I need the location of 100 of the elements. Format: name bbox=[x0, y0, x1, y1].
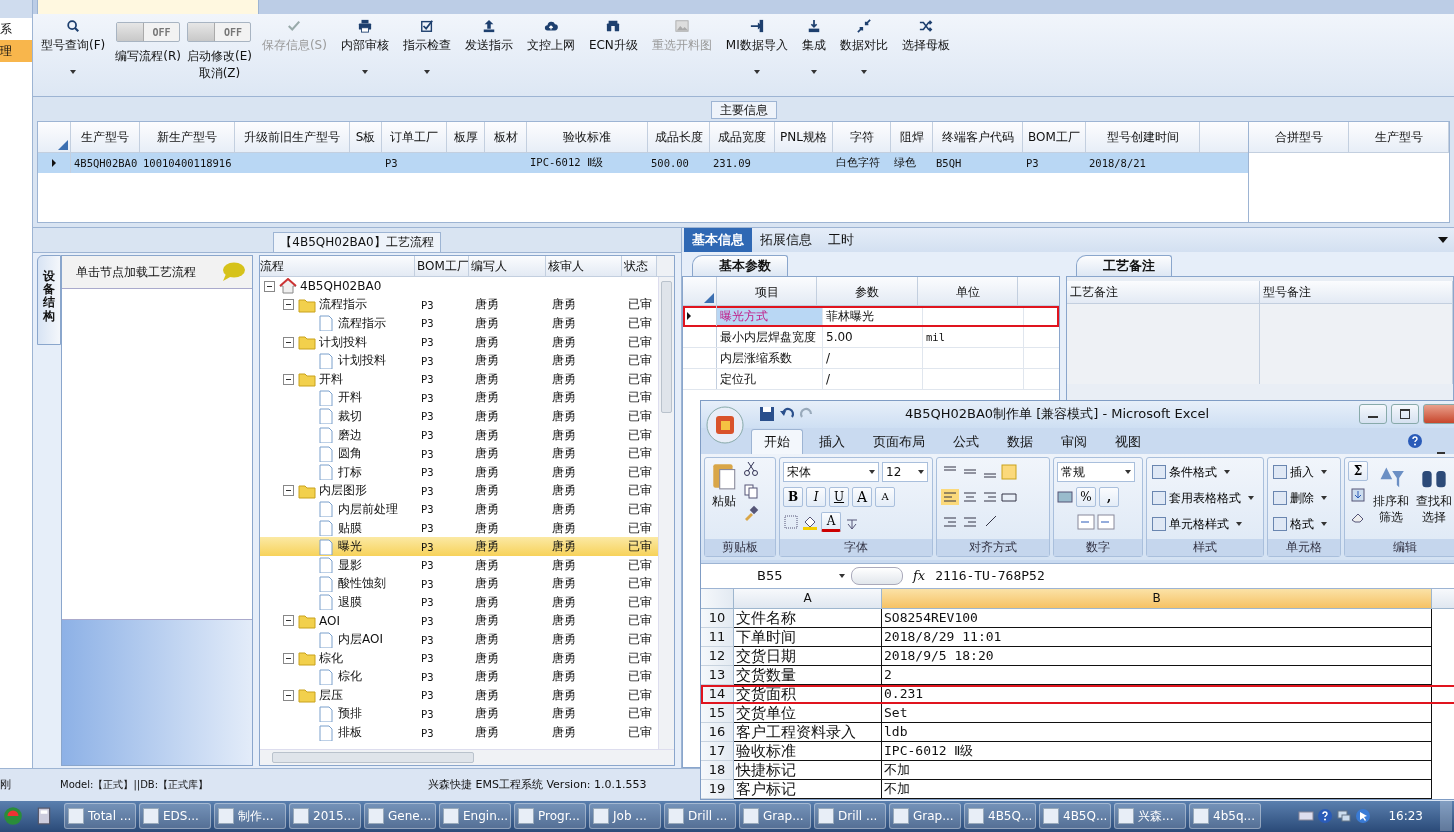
ribbon-button[interactable]: 删除 bbox=[1271, 486, 1337, 510]
table-cell[interactable]: 不加 bbox=[882, 780, 1432, 799]
tree-row[interactable]: 内层前处理 P3 唐勇 唐勇 已审 bbox=[260, 500, 658, 519]
save-icon[interactable] bbox=[759, 406, 775, 423]
table-cell[interactable]: 不加 bbox=[882, 761, 1432, 780]
expander-icon[interactable] bbox=[283, 485, 294, 497]
toolbar-button[interactable]: 选择母板 bbox=[897, 16, 954, 57]
ribbon-tab[interactable]: 数据 bbox=[995, 429, 1045, 454]
ribbon-tab[interactable]: 开始 bbox=[751, 428, 803, 454]
column-header[interactable]: 成品长度 bbox=[648, 122, 710, 152]
toolbar-button[interactable]: 数据对比 bbox=[835, 16, 892, 77]
formula-field[interactable]: 2116-TU-768P52 bbox=[935, 568, 1045, 584]
font-size-field[interactable]: 12 bbox=[882, 461, 928, 482]
toolbar-button[interactable]: ECN升级 bbox=[584, 16, 642, 57]
tab[interactable]: 基本参数 bbox=[692, 255, 788, 276]
tree-row[interactable]: 预排 P3 唐勇 唐勇 已审 bbox=[260, 704, 658, 724]
toggle-switch[interactable]: OFF bbox=[187, 22, 252, 42]
close-button[interactable] bbox=[1423, 404, 1454, 425]
table-row[interactable]: 内层涨缩系数 / bbox=[683, 348, 1059, 369]
row-header[interactable]: 10 bbox=[701, 609, 734, 628]
table-cell[interactable]: 2018/8/29 11:01 bbox=[882, 628, 1432, 647]
table-row[interactable]: 4B5QH02BA0 10010400118916 P3 IPC-6012 Ⅱ级 500.00 231.09 白色字符 绿色 B5QH P3 2018/8/21 bbox=[38, 153, 1248, 173]
column-header[interactable]: B bbox=[882, 589, 1432, 608]
ribbon-tab[interactable]: 页面布局 bbox=[861, 429, 937, 454]
font-field[interactable]: 宋体 bbox=[783, 461, 879, 482]
show-desktop-button[interactable] bbox=[1440, 801, 1452, 832]
table-cell[interactable]: 0.231 bbox=[882, 685, 1432, 704]
expander-icon[interactable] bbox=[283, 652, 294, 664]
italic-button[interactable]: I bbox=[806, 486, 826, 507]
tree-row[interactable]: 开料 P3 唐勇 唐勇 已审 bbox=[260, 388, 658, 408]
taskbar-button[interactable]: Progr... bbox=[514, 803, 586, 830]
expander-icon[interactable] bbox=[264, 280, 275, 292]
row-header[interactable]: 14 bbox=[701, 685, 734, 704]
taskbar-button[interactable]: EDS... bbox=[139, 803, 211, 830]
font-color-button[interactable]: A bbox=[821, 511, 841, 532]
ribbon-tab[interactable]: 插入 bbox=[807, 429, 857, 454]
tree-row[interactable]: 棕化 P3 唐勇 唐勇 已审 bbox=[260, 667, 658, 687]
ribbon-tab[interactable]: 公式 bbox=[941, 429, 991, 454]
network-icon[interactable] bbox=[1336, 808, 1353, 825]
column-header[interactable]: 型号备注 bbox=[1260, 281, 1453, 303]
tree-row[interactable]: 显影 P3 唐勇 唐勇 已审 bbox=[260, 555, 658, 575]
brush-icon[interactable] bbox=[743, 504, 759, 521]
toolbar-button[interactable]: MI数据导入 bbox=[721, 16, 792, 77]
ribbon-button[interactable]: 套用表格格式 bbox=[1150, 486, 1260, 510]
nav-item[interactable]: 系 bbox=[0, 18, 32, 40]
taskbar-button[interactable]: Drill ... bbox=[664, 803, 736, 830]
row-header[interactable]: 15 bbox=[701, 704, 734, 723]
table-cell[interactable]: 交货日期 bbox=[734, 647, 882, 666]
underline-button[interactable]: U bbox=[829, 486, 849, 507]
tree-row[interactable]: 流程指示 P3 唐勇 唐勇 已审 bbox=[260, 295, 658, 315]
toolbar-button[interactable]: 文控上网 bbox=[522, 16, 579, 57]
tree-row[interactable]: 打标 P3 唐勇 唐勇 已审 bbox=[260, 462, 658, 482]
column-header[interactable]: 成品宽度 bbox=[710, 122, 775, 152]
taskbar-button[interactable]: 4B5Q... bbox=[1039, 803, 1111, 830]
table-cell[interactable]: 验收标准 bbox=[734, 742, 882, 761]
column-header[interactable]: 项目 bbox=[717, 277, 817, 305]
tree-row[interactable]: 计划投料 P3 唐勇 唐勇 已审 bbox=[260, 332, 658, 352]
row-header[interactable]: 19 bbox=[701, 780, 734, 799]
table-cell[interactable]: 快捷标记 bbox=[734, 761, 882, 780]
column-header[interactable]: BOM工厂 bbox=[415, 256, 469, 276]
expand-handle[interactable] bbox=[851, 566, 903, 585]
row-header[interactable]: 12 bbox=[701, 647, 734, 666]
office-button-icon[interactable] bbox=[705, 405, 745, 445]
table-cell[interactable]: 2018/9/5 18:20 bbox=[882, 647, 1432, 666]
toolbar-button[interactable]: 发送指示 bbox=[460, 16, 517, 57]
tree-row[interactable]: 流程指示 P3 唐勇 唐勇 已审 bbox=[260, 314, 658, 333]
pointer-icon[interactable] bbox=[1355, 808, 1372, 825]
minimize-icon[interactable] bbox=[1437, 451, 1445, 454]
toolbar-button[interactable]: 指示检查 bbox=[398, 16, 455, 77]
calculator-icon[interactable] bbox=[35, 807, 53, 826]
column-header[interactable]: 生产型号 bbox=[1349, 122, 1449, 152]
taskbar-button[interactable]: Job ... bbox=[589, 803, 661, 830]
column-header[interactable]: 升级前旧生产型号 bbox=[235, 122, 350, 152]
taskbar-button[interactable]: 2015... bbox=[289, 803, 361, 830]
tree-row[interactable]: 退膜 P3 唐勇 唐勇 已审 bbox=[260, 593, 658, 612]
taskbar-button[interactable]: 兴森... bbox=[1114, 803, 1186, 830]
grow-font-button[interactable]: A bbox=[852, 486, 872, 507]
ribbon-tab[interactable]: 审阅 bbox=[1049, 429, 1099, 454]
tab[interactable]: 工时 bbox=[820, 228, 862, 252]
table-cell[interactable]: 客户标记 bbox=[734, 780, 882, 799]
side-tab[interactable]: 设备结构 bbox=[37, 255, 61, 345]
bold-button[interactable]: B bbox=[783, 486, 803, 507]
tab[interactable]: 工艺备注 bbox=[1076, 255, 1172, 276]
horizontal-align-icons[interactable] bbox=[940, 488, 1020, 505]
expander-icon[interactable] bbox=[283, 615, 294, 627]
maximize-button[interactable] bbox=[1391, 404, 1419, 425]
currency-icon[interactable] bbox=[1057, 488, 1073, 505]
tree-row[interactable]: AOI P3 唐勇 唐勇 已审 bbox=[260, 611, 658, 631]
tab[interactable]: 拓展信息 bbox=[752, 228, 820, 252]
table-cell[interactable]: 文件名称 bbox=[734, 609, 882, 628]
ribbon-button[interactable]: 格式 bbox=[1271, 512, 1337, 536]
taskbar-button[interactable]: Grap... bbox=[889, 803, 961, 830]
expander-icon[interactable] bbox=[283, 689, 294, 701]
tree-row[interactable]: 内层图形 P3 唐勇 唐勇 已审 bbox=[260, 481, 658, 501]
table-row[interactable]: 曝光方式 菲林曝光 bbox=[683, 306, 1059, 327]
taskbar-button[interactable]: 4B5Q... bbox=[964, 803, 1036, 830]
tree-row[interactable]: 棕化 P3 唐勇 唐勇 已审 bbox=[260, 648, 658, 668]
column-header[interactable]: 合拼型号 bbox=[1249, 122, 1349, 152]
taskbar-button[interactable]: Grap... bbox=[739, 803, 811, 830]
table-cell[interactable]: IPC-6012 Ⅱ级 bbox=[882, 742, 1432, 761]
